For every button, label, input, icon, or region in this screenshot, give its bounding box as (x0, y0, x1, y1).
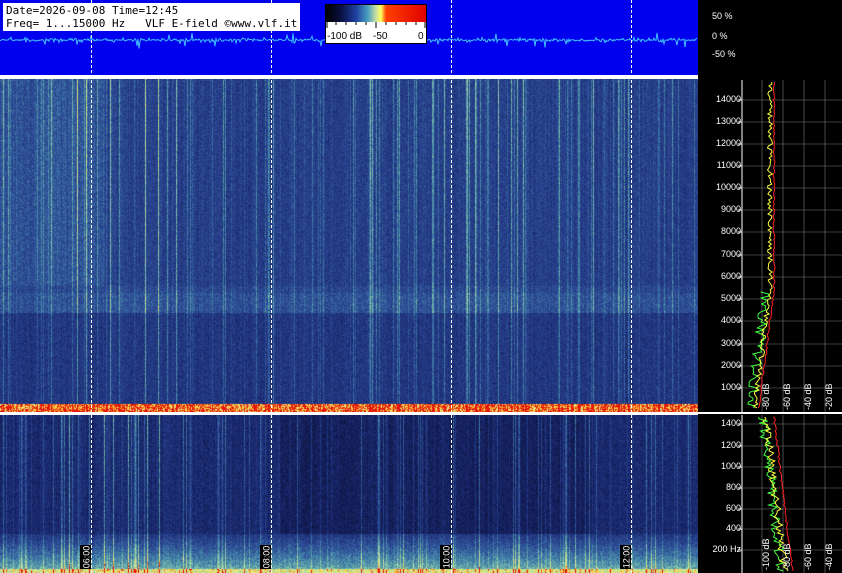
info-label: Date=2026-09-08 Time=12:45 Freq= 1...150… (3, 3, 301, 31)
freq-axis-label: 7000 (720, 249, 741, 259)
colorbar-label-max: 0 (418, 31, 424, 42)
time-label: 08:00 (260, 545, 272, 569)
freq-axis-label-low: 1000 (720, 461, 741, 471)
colorbar-gradient (326, 5, 426, 22)
waveform-axis-label: -50 % (712, 49, 736, 59)
freq-axis-label: 6000 (720, 271, 741, 281)
db-axis-label: -60 dB (782, 383, 792, 410)
time-label: 10:00 (440, 545, 452, 569)
db-axis-label-low: -40 dB (824, 543, 834, 570)
colorbar-ticks (326, 22, 426, 28)
time-gridline (271, 0, 272, 573)
db-axis-label-low: -100 dB (761, 538, 771, 570)
freq-axis-label-low: 400 (725, 523, 741, 533)
freq-axis-label: 9000 (720, 204, 741, 214)
db-axis-label-low: -80 dB (782, 543, 792, 570)
freq-axis-label-low: 600 (725, 503, 741, 513)
time-gridline (451, 0, 452, 573)
freq-axis-label: 11000 (716, 160, 741, 170)
colorbar-label-mid: -50 (373, 31, 388, 42)
freq-info-text: Freq= 1...15000 Hz VLF E-field ©www.vlf.… (6, 17, 298, 30)
colorbar: -100 dB -50 0 (325, 4, 427, 44)
freq-axis-label-low: 800 (725, 482, 741, 492)
db-axis-label: -20 dB (824, 383, 834, 410)
freq-axis-label: 13000 (715, 116, 741, 126)
spectrum-side-panel: 50 % 0 % -50 % 14000 13000 12000 11000 1… (698, 0, 842, 573)
date-time-text: Date=2026-09-08 Time=12:45 (6, 4, 179, 17)
colorbar-label-min: -100 dB (327, 31, 363, 42)
spectrogram-lower (0, 415, 698, 573)
freq-axis-label-low: 200 Hz (712, 544, 741, 554)
db-axis-label-low: -60 dB (803, 543, 813, 570)
time-label: 12:00 (620, 545, 632, 569)
waveform-panel: Date=2026-09-08 Time=12:45 Freq= 1...150… (0, 0, 698, 75)
freq-axis-label: 8000 (720, 226, 741, 236)
waveform-axis-label: 0 % (712, 31, 728, 41)
freq-axis-label-low: 1400 (720, 418, 741, 428)
freq-axis-label: 2000 (720, 360, 741, 370)
freq-axis-label: 4000 (720, 315, 741, 325)
freq-axis-label: 1000 (720, 382, 741, 392)
db-axis-label: -40 dB (803, 383, 813, 410)
time-gridline (91, 0, 92, 573)
time-gridline (631, 0, 632, 573)
freq-axis-label: 3000 (720, 338, 741, 348)
time-label: 06:00 (80, 545, 92, 569)
db-axis-label: -80 dB (761, 383, 771, 410)
freq-axis-label: 5000 (720, 293, 741, 303)
freq-axis-label: 12000 (715, 138, 741, 148)
freq-axis-label: 10000 (715, 182, 741, 192)
freq-axis-label-low: 1200 (720, 440, 741, 450)
spectrogram-upper (0, 79, 698, 412)
waveform-axis-label: 50 % (712, 11, 733, 21)
freq-axis-label: 14000 (715, 94, 741, 104)
